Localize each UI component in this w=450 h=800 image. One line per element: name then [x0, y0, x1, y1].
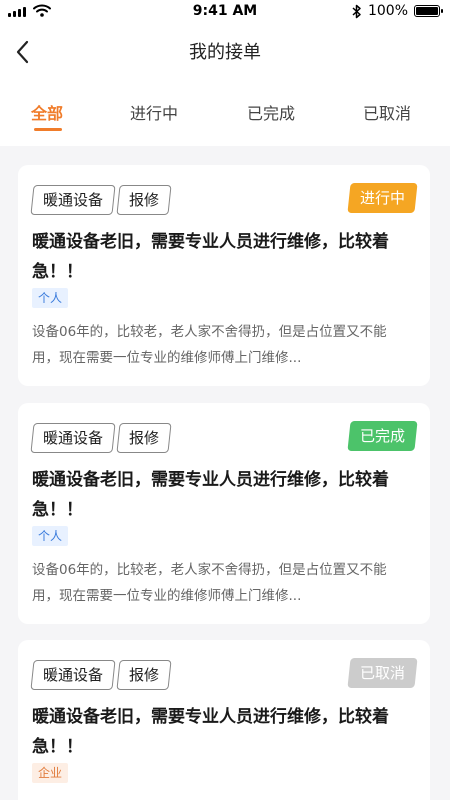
page-title: 我的接单	[189, 42, 261, 63]
order-description: 设备06年的，比较老，老人家不舍得扔，但是占位置又不能用，现在需要一位专业的维修…	[32, 324, 387, 366]
back-button[interactable]	[10, 36, 38, 68]
tab-in-progress[interactable]: 进行中	[130, 100, 178, 124]
order-title: 暖通设备老旧，需要专业人员进行维修，比较着急！！	[32, 232, 389, 282]
order-title: 暖通设备老旧，需要专业人员进行维修，比较着急！！	[32, 707, 389, 757]
filter-tabs: 全部 进行中 已完成 已取消	[0, 80, 450, 146]
customer-type-badge: 企业	[32, 763, 69, 783]
status-badge: 进行中	[347, 183, 418, 213]
category-tag: 暖通设备	[30, 185, 116, 215]
status-bar: 9:41 AM 100%	[0, 0, 450, 24]
service-type-tag: 报修	[116, 185, 172, 215]
nav-header: 我的接单	[0, 24, 450, 80]
tab-all[interactable]: 全部	[31, 100, 63, 124]
status-badge: 已完成	[347, 421, 418, 451]
tab-completed[interactable]: 已完成	[247, 100, 295, 124]
battery-percent: 100%	[367, 3, 408, 19]
customer-type-badge: 个人	[32, 288, 69, 308]
order-title: 暖通设备老旧，需要专业人员进行维修，比较着急！！	[32, 470, 389, 520]
order-card[interactable]: 暖通设备 报修 已取消 暖通设备老旧，需要专业人员进行维修，比较着急！！ 企业	[18, 640, 430, 800]
battery-icon	[414, 5, 443, 17]
category-tag: 暖通设备	[30, 660, 116, 690]
tab-cancelled[interactable]: 已取消	[363, 100, 411, 124]
customer-type-badge: 个人	[32, 526, 69, 546]
status-badge: 已取消	[347, 658, 418, 688]
service-type-tag: 报修	[116, 660, 172, 690]
category-tag: 暖通设备	[30, 423, 116, 453]
order-description: 设备06年的，比较老，老人家不舍得扔，但是占位置又不能用，现在需要一位专业的维修…	[32, 562, 387, 604]
order-card[interactable]: 暖通设备 报修 进行中 暖通设备老旧，需要专业人员进行维修，比较着急！！ 个人 …	[18, 165, 430, 386]
bluetooth-icon	[352, 4, 361, 18]
service-type-tag: 报修	[116, 423, 172, 453]
order-card[interactable]: 暖通设备 报修 已完成 暖通设备老旧，需要专业人员进行维修，比较着急！！ 个人 …	[18, 403, 430, 624]
chevron-left-icon	[16, 40, 29, 64]
active-tab-indicator	[34, 128, 62, 131]
